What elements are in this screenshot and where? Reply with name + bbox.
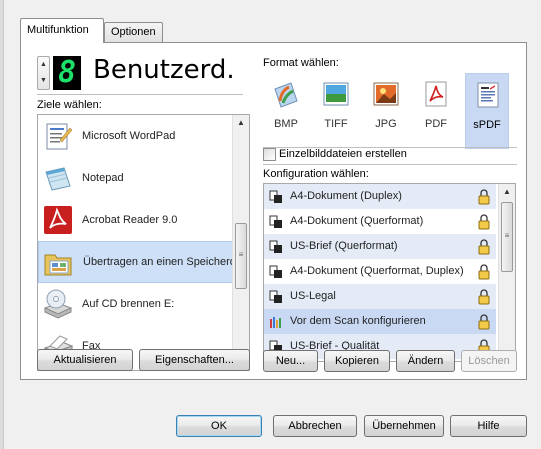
destinations-label: Ziele wählen:	[37, 99, 102, 111]
configure-before-scan-icon	[270, 317, 281, 328]
destination-label: Übertragen an einen Speicherort	[83, 256, 243, 268]
spdf-icon	[477, 82, 499, 108]
config-label: Vor dem Scan konfigurieren	[290, 315, 426, 327]
lock-icon	[478, 239, 490, 255]
destinations-scrollbar[interactable]: ▲ ≡ ▼	[232, 115, 249, 370]
tiff-icon	[323, 82, 349, 106]
refresh-button[interactable]: Aktualisieren	[37, 349, 133, 371]
format-label-bmp: BMP	[274, 118, 298, 130]
wordpad-icon	[46, 123, 73, 150]
config-label: A4-Dokument (Duplex)	[290, 190, 402, 202]
destination-item-acrobat[interactable]: Acrobat Reader 9.0	[38, 199, 249, 241]
jpg-icon	[373, 82, 399, 106]
tab-panel: ▲ ▼ 8 Benutzerd. Ziele wählen: Microsoft…	[20, 42, 527, 380]
format-spdf[interactable]: sPDF	[465, 73, 509, 149]
format-pdf[interactable]: PDF	[417, 73, 455, 149]
copy-config-button[interactable]: Kopieren	[324, 350, 390, 372]
config-item-selected[interactable]: Vor dem Scan konfigurieren	[264, 309, 496, 334]
format-bmp[interactable]: BMP	[267, 73, 305, 149]
bmp-icon	[274, 82, 298, 108]
cancel-button[interactable]: Abbrechen	[273, 415, 357, 437]
destinations-list[interactable]: Microsoft WordPad Notepad Acrobat Reader…	[37, 114, 250, 371]
help-button[interactable]: Hilfe	[450, 415, 527, 437]
scan-icon	[269, 290, 282, 303]
acrobat-icon	[44, 206, 72, 234]
config-label: US-Brief (Querformat)	[290, 240, 398, 252]
config-item[interactable]: US-Brief (Querformat)	[264, 234, 496, 259]
scan-icon	[269, 215, 282, 228]
config-item[interactable]: A4-Dokument (Duplex)	[264, 184, 496, 209]
cd-drive-icon	[43, 289, 73, 319]
scan-icon	[269, 190, 282, 203]
config-label: US-Legal	[290, 290, 336, 302]
profile-name: Benutzerd.	[93, 55, 235, 85]
scan-icon	[269, 265, 282, 278]
spinner-down-icon[interactable]: ▼	[38, 73, 49, 89]
tab-multifunktion[interactable]: Multifunktion	[20, 18, 104, 43]
pdf-icon	[425, 81, 447, 107]
single-files-checkbox[interactable]	[263, 148, 276, 161]
lock-icon	[478, 189, 490, 205]
config-item[interactable]: US-Legal	[264, 284, 496, 309]
format-label: Format wählen:	[263, 57, 339, 69]
tab-optionen[interactable]: Optionen	[104, 22, 163, 42]
config-item[interactable]: A4-Dokument (Querformat, Duplex)	[264, 259, 496, 284]
config-divider	[263, 164, 517, 165]
single-files-label: Einzelbilddateien erstellen	[279, 148, 407, 160]
title-underline	[37, 94, 243, 95]
scroll-up-icon[interactable]: ▲	[499, 184, 515, 200]
window-edge	[0, 0, 4, 449]
new-config-button[interactable]: Neu...	[263, 350, 318, 372]
lock-icon	[478, 289, 490, 305]
destination-item-transfer-to-storage[interactable]: Übertragen an einen Speicherort	[38, 241, 249, 283]
profile-counter: ▲ ▼ 8	[37, 56, 81, 90]
scroll-up-icon[interactable]: ▲	[233, 115, 249, 131]
format-label-spdf: sPDF	[473, 119, 501, 131]
lock-icon	[478, 314, 490, 330]
format-label-jpg: JPG	[375, 118, 397, 130]
format-jpg[interactable]: JPG	[367, 73, 405, 149]
configuration-list[interactable]: A4-Dokument (Duplex) A4-Dokument (Querfo…	[263, 183, 516, 362]
config-item[interactable]: A4-Dokument (Querformat)	[264, 209, 496, 234]
format-label-tiff: TIFF	[324, 118, 348, 130]
notepad-icon	[45, 167, 71, 191]
spinner-up-icon[interactable]: ▲	[38, 57, 49, 73]
destination-label: Acrobat Reader 9.0	[82, 214, 178, 226]
folder-icon	[44, 254, 72, 276]
ok-button[interactable]: OK	[176, 415, 262, 437]
delete-config-button[interactable]: Löschen	[461, 350, 517, 372]
lock-icon	[478, 264, 490, 280]
format-selector: BMP TIFF JPG PDF sPDF	[263, 73, 517, 151]
destination-item-burn-cd[interactable]: Auf CD brennen E:	[38, 283, 249, 325]
profile-number-display: 8	[53, 56, 81, 90]
destination-item-notepad[interactable]: Notepad	[38, 157, 249, 199]
lock-icon	[478, 214, 490, 230]
config-label: A4-Dokument (Querformat, Duplex)	[290, 265, 464, 277]
edit-config-button[interactable]: Ändern	[396, 350, 455, 372]
scan-icon	[269, 240, 282, 253]
properties-button[interactable]: Eigenschaften...	[139, 349, 250, 371]
scrollbar-thumb[interactable]: ≡	[501, 202, 513, 272]
destination-label: Auf CD brennen E:	[82, 298, 175, 310]
config-label: A4-Dokument (Querformat)	[290, 215, 424, 227]
format-tiff[interactable]: TIFF	[317, 73, 355, 149]
destination-label: Microsoft WordPad	[82, 130, 176, 142]
scrollbar-thumb[interactable]: ≡	[235, 223, 247, 289]
profile-spinner[interactable]: ▲ ▼	[37, 56, 50, 90]
format-label-pdf: PDF	[425, 118, 447, 130]
destination-item-wordpad[interactable]: Microsoft WordPad	[38, 115, 249, 157]
apply-button[interactable]: Übernehmen	[364, 415, 444, 437]
dialog-window: Multifunktion Optionen ▲ ▼ 8 Benutzerd. …	[0, 0, 541, 449]
configuration-scrollbar[interactable]: ▲ ≡ ▼	[498, 184, 515, 361]
configuration-label: Konfiguration wählen:	[263, 168, 369, 180]
destination-label: Notepad	[82, 172, 124, 184]
